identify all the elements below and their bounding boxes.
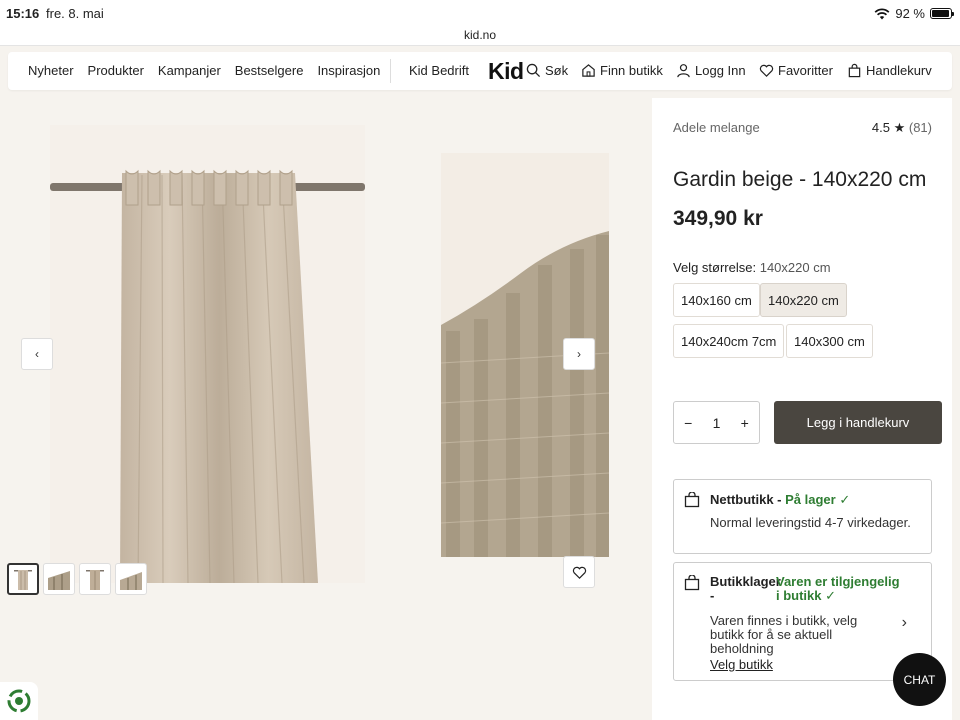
- online-availability-box: Nettbutikk - På lager ✓ Normal leverings…: [673, 479, 932, 554]
- search-button[interactable]: Søk: [526, 63, 568, 78]
- online-status: På lager: [785, 492, 836, 507]
- choose-store-link[interactable]: Velg butikk: [710, 657, 773, 672]
- product-info-panel: Adele melange 4.5 ★ (81) Gardin beige - …: [652, 98, 952, 720]
- find-store-label: Finn butikk: [600, 63, 663, 78]
- check-icon: ✓: [839, 492, 851, 507]
- gallery-next-button[interactable]: ›: [563, 338, 595, 370]
- status-bar: 15:16 fre. 8. mai 92 %: [0, 0, 960, 28]
- qty-plus-button[interactable]: +: [741, 415, 749, 431]
- login-label: Logg Inn: [695, 63, 746, 78]
- size-option-140x240[interactable]: 140x240cm 7cm: [673, 324, 785, 358]
- cart-button[interactable]: Handlekurv: [847, 63, 932, 78]
- size-selector-label: Velg størrelse: 140x220 cm: [673, 260, 831, 275]
- product-gallery: ‹ ›: [0, 95, 652, 720]
- search-icon: [526, 63, 541, 78]
- kid-logo[interactable]: Kid: [488, 58, 524, 85]
- rating-count: (81): [908, 120, 932, 135]
- qty-minus-button[interactable]: −: [684, 415, 692, 431]
- header-bar: Nyheter Produkter Kampanjer Bestselgere …: [8, 52, 952, 90]
- product-rating[interactable]: 4.5 ★ (81): [872, 120, 932, 136]
- thumbnail-3[interactable]: [79, 563, 111, 595]
- battery-icon: [930, 8, 954, 19]
- nav-item-kid-bedrift[interactable]: Kid Bedrift: [409, 63, 469, 78]
- store-status: Varen er tilgjengelig i butikk: [776, 574, 900, 603]
- check-icon: ✓: [825, 588, 837, 603]
- recycle-icon: [7, 689, 31, 713]
- status-time: 15:16: [6, 6, 40, 21]
- bag-icon: [848, 63, 861, 78]
- nav-item-bestselgere[interactable]: Bestselgere: [235, 63, 304, 78]
- size-option-140x160[interactable]: 140x160 cm: [673, 283, 760, 317]
- site-header: Nyheter Produkter Kampanjer Bestselgere …: [0, 47, 960, 95]
- thumbnail-2[interactable]: [43, 563, 75, 595]
- main-nav: Nyheter Produkter Kampanjer Bestselgere …: [28, 63, 380, 78]
- cart-label: Handlekurv: [866, 63, 932, 78]
- favorites-button[interactable]: Favoritter: [759, 63, 833, 78]
- bag-icon: [684, 575, 700, 591]
- store-title-block: Butikklager -: [710, 574, 781, 603]
- heart-icon: [759, 64, 774, 77]
- star-icon: ★: [893, 120, 906, 135]
- product-image-main[interactable]: [50, 125, 365, 583]
- chevron-right-icon[interactable]: ›: [902, 614, 907, 632]
- product-price: 349,90 kr: [673, 207, 763, 230]
- chevron-left-icon: ‹: [35, 347, 39, 361]
- size-option-140x220[interactable]: 140x220 cm: [760, 283, 847, 317]
- store-title: Butikklager: [710, 574, 781, 589]
- thumbnail-4[interactable]: [115, 563, 147, 595]
- favorites-label: Favoritter: [778, 63, 833, 78]
- online-status-line: Nettbutikk - På lager ✓: [710, 492, 850, 508]
- nav-item-nyheter[interactable]: Nyheter: [28, 63, 74, 78]
- rating-value: 4.5: [871, 120, 890, 135]
- product-title: Gardin beige - 140x220 cm: [673, 168, 927, 191]
- login-button[interactable]: Logg Inn: [676, 63, 746, 78]
- quantity-stepper: − 1 +: [673, 401, 760, 444]
- eco-badge[interactable]: [0, 682, 38, 720]
- wifi-icon: [874, 8, 890, 19]
- heart-icon: [572, 566, 586, 579]
- status-right: 92 %: [874, 6, 954, 21]
- user-icon: [677, 64, 690, 78]
- url-text: kid.no: [463, 28, 497, 42]
- qty-value[interactable]: 1: [713, 415, 721, 431]
- battery-percent: 92 %: [895, 6, 925, 21]
- nav-item-kampanjer[interactable]: Kampanjer: [158, 63, 221, 78]
- product-brand[interactable]: Adele melange: [673, 120, 760, 135]
- add-favorite-button[interactable]: [563, 556, 595, 588]
- nav-divider: [390, 59, 391, 83]
- size-label-text: Velg størrelse:: [673, 260, 757, 275]
- thumbnail-1[interactable]: [7, 563, 39, 595]
- store-status-line: Varen er tilgjengelig i butikk ✓: [776, 575, 906, 603]
- chevron-right-icon: ›: [577, 347, 581, 361]
- nav-item-produkter[interactable]: Produkter: [88, 63, 144, 78]
- store-availability-box[interactable]: Butikklager - Varen er tilgjengelig i bu…: [673, 562, 932, 681]
- selected-size-value: 140x220 cm: [759, 260, 831, 275]
- size-option-140x300[interactable]: 140x300 cm: [786, 324, 873, 358]
- search-label: Søk: [545, 63, 569, 78]
- nav-item-inspirasjon[interactable]: Inspirasjon: [317, 63, 380, 78]
- status-date: fre. 8. mai: [46, 6, 104, 21]
- online-delivery-text: Normal leveringstid 4-7 virkedager.: [710, 515, 911, 530]
- add-to-cart-button[interactable]: Legg i handlekurv: [774, 401, 942, 444]
- thumbnail-strip: [7, 563, 147, 595]
- url-bar[interactable]: kid.no: [0, 28, 960, 46]
- bag-icon: [684, 492, 700, 508]
- gallery-prev-button[interactable]: ‹: [21, 338, 53, 370]
- store-dash: -: [710, 588, 715, 603]
- store-desc: Varen finnes i butikk, velg butikk for å…: [710, 613, 858, 656]
- online-title: Nettbutikk -: [710, 492, 782, 507]
- chat-button[interactable]: CHAT: [893, 653, 946, 706]
- find-store-button[interactable]: Finn butikk: [581, 63, 663, 78]
- store-icon: [582, 64, 595, 77]
